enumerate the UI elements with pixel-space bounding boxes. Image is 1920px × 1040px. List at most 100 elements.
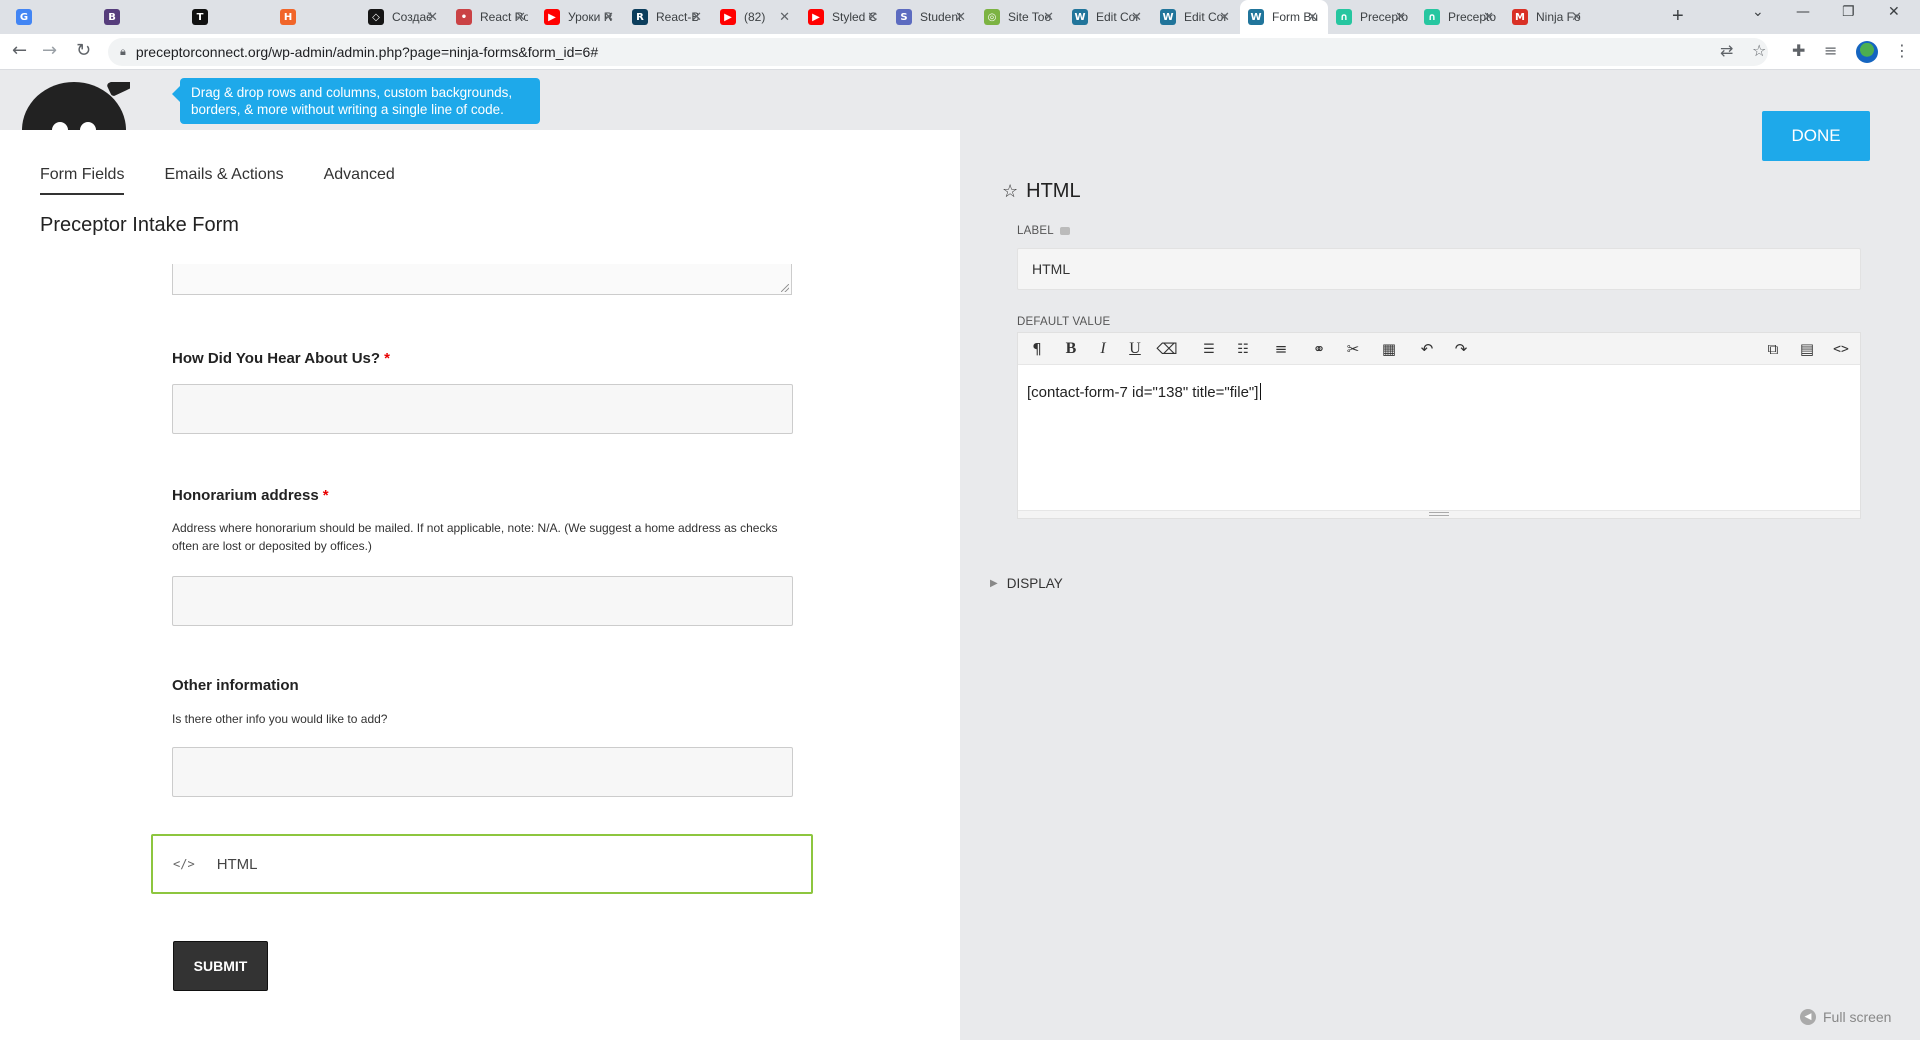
done-button[interactable]: DONE xyxy=(1762,111,1870,161)
tab-close-icon[interactable]: ✕ xyxy=(691,10,702,24)
textarea-field-partial[interactable] xyxy=(172,264,792,295)
minimize-icon[interactable]: — xyxy=(1796,4,1810,20)
form-title: Preceptor Intake Form xyxy=(40,214,239,236)
undo-icon[interactable]: ↶ xyxy=(1414,337,1440,361)
new-tab-button[interactable]: + xyxy=(1672,6,1684,26)
url-input[interactable]: 🔒︎ preceptorconnect.org/wp-admin/admin.p… xyxy=(108,38,1768,66)
other-information-input[interactable] xyxy=(172,747,793,797)
browser-tab[interactable]: H xyxy=(272,0,360,34)
form-builder-panel: Form Fields Emails & Actions Advanced Pr… xyxy=(0,130,960,1040)
bootstrap-icon: B xyxy=(104,9,120,25)
editor-content[interactable]: [contact-form-7 id="138" title="file"] xyxy=(1027,383,1262,401)
tab-close-icon[interactable]: ✕ xyxy=(867,10,878,24)
default-value-heading: DEFAULT VALUE xyxy=(1017,316,1111,328)
back-icon[interactable]: ← xyxy=(12,41,27,61)
browser-tab[interactable]: W Edit Cor ✕ xyxy=(1064,0,1152,34)
bold-icon[interactable]: B xyxy=(1058,337,1084,361)
expand-triangle-icon: ▶ xyxy=(990,578,998,589)
browser-tab[interactable]: W Edit Cor ✕ xyxy=(1152,0,1240,34)
label-input[interactable]: HTML xyxy=(1017,248,1861,290)
close-window-icon[interactable]: ✕ xyxy=(1888,4,1900,20)
profile-avatar[interactable] xyxy=(1856,41,1878,63)
browser-tab[interactable]: W Form Bu ✕ xyxy=(1240,0,1328,34)
table-icon[interactable]: ▦ xyxy=(1376,337,1402,361)
reload-icon[interactable]: ↻ xyxy=(76,41,91,61)
link-icon[interactable]: ⚭ xyxy=(1306,337,1332,361)
browser-tab[interactable]: ◇ Создаё ✕ xyxy=(360,0,448,34)
tab-close-icon[interactable]: ✕ xyxy=(1219,10,1230,24)
html-field-label: HTML xyxy=(216,855,258,873)
field-label-how-did-you-hear[interactable]: How Did You Hear About Us? * xyxy=(172,350,390,367)
submit-button[interactable]: SUBMIT xyxy=(173,941,268,991)
youtube-icon: ▶ xyxy=(544,9,560,25)
tab-close-icon[interactable]: ✕ xyxy=(427,10,438,24)
italic-icon[interactable]: I xyxy=(1090,337,1116,361)
url-text: preceptorconnect.org/wp-admin/admin.php?… xyxy=(135,44,599,60)
underline-icon[interactable]: U xyxy=(1122,337,1148,361)
html-field-selected[interactable]: </> HTML xyxy=(151,834,813,894)
tab-advanced[interactable]: Advanced xyxy=(324,166,395,195)
tab-close-icon[interactable]: ✕ xyxy=(779,10,790,24)
browser-tab[interactable]: ∩ Precepto ✕ xyxy=(1328,0,1416,34)
media-control-icon[interactable]: ≡ xyxy=(1824,42,1837,60)
react-router-icon: • xyxy=(456,9,472,25)
codesandbox-icon: ◇ xyxy=(368,9,384,25)
tab-close-icon[interactable]: ✕ xyxy=(603,10,614,24)
align-left-icon[interactable]: ≡ xyxy=(1268,337,1294,361)
editor-resize-handle[interactable] xyxy=(1018,510,1860,518)
rich-text-editor[interactable]: ¶ B I U ⌫ ☰ ☷ ≡ ⚭ ✂ ▦ ↶ ↷ ⧉ ▤ <> [contac… xyxy=(1017,332,1861,519)
browser-tab[interactable]: T xyxy=(184,0,272,34)
bookmark-star-icon[interactable]: ☆ xyxy=(1752,42,1766,60)
unlink-icon[interactable]: ✂ xyxy=(1340,337,1366,361)
fullscreen-icon: ◀ xyxy=(1800,1009,1816,1025)
field-label-other-information[interactable]: Other information xyxy=(172,677,299,694)
promo-tooltip: Drag & drop rows and columns, custom bac… xyxy=(172,78,540,124)
merge-tags-icon[interactable]: ⧉ xyxy=(1760,337,1786,361)
browser-tab[interactable]: S Student ✕ xyxy=(888,0,976,34)
tab-emails-actions[interactable]: Emails & Actions xyxy=(164,166,283,195)
required-marker: * xyxy=(322,487,329,504)
tab-close-icon[interactable]: ✕ xyxy=(1483,10,1494,24)
browser-tab[interactable]: ∩ Precepto ✕ xyxy=(1416,0,1504,34)
display-section-toggle[interactable]: ▶ DISPLAY xyxy=(990,576,1063,591)
field-label-honorarium-address[interactable]: Honorarium address * xyxy=(172,487,329,504)
honorarium-address-input[interactable] xyxy=(172,576,793,626)
tab-close-icon[interactable]: ✕ xyxy=(1131,10,1142,24)
browser-tab[interactable]: R React-B ✕ xyxy=(624,0,712,34)
tab-close-icon[interactable]: ✕ xyxy=(1571,10,1582,24)
fullscreen-toggle[interactable]: ◀ Full screen xyxy=(1800,1009,1891,1025)
browser-tab[interactable]: ◎ Site Too ✕ xyxy=(976,0,1064,34)
redo-icon[interactable]: ↷ xyxy=(1448,337,1474,361)
browser-tab[interactable]: ▶ Уроки R ✕ xyxy=(536,0,624,34)
wordpress-icon: W xyxy=(1072,9,1088,25)
code-view-icon[interactable]: <> xyxy=(1828,337,1854,361)
browser-tab[interactable]: G xyxy=(8,0,96,34)
tab-close-icon[interactable]: ✕ xyxy=(1043,10,1054,24)
browser-tab[interactable]: M Ninja Fo ✕ xyxy=(1504,0,1592,34)
tab-search-icon[interactable]: ⌄ xyxy=(1752,4,1764,20)
extensions-icon[interactable]: ✚ xyxy=(1792,42,1805,60)
tab-form-fields[interactable]: Form Fields xyxy=(40,166,125,195)
restore-icon[interactable]: ❐ xyxy=(1842,4,1855,20)
tab-close-icon[interactable]: ✕ xyxy=(955,10,966,24)
translate-icon[interactable]: ⇄ xyxy=(1720,42,1733,60)
tab-close-icon[interactable]: ✕ xyxy=(1307,10,1318,24)
browser-tab[interactable]: ▶ (82) ✕ xyxy=(712,0,800,34)
help-bubble-icon[interactable] xyxy=(1059,226,1070,235)
tab-close-icon[interactable]: ✕ xyxy=(515,10,526,24)
react-bootstrap-icon: R xyxy=(632,9,648,25)
browser-tab[interactable]: B xyxy=(96,0,184,34)
browser-tab[interactable]: ▶ Styled C ✕ xyxy=(800,0,888,34)
favorite-star-icon[interactable]: ☆ xyxy=(1002,181,1018,202)
media-list-icon[interactable]: ▤ xyxy=(1794,337,1820,361)
how-did-you-hear-input[interactable] xyxy=(172,384,793,434)
forward-icon[interactable]: → xyxy=(42,41,57,61)
unordered-list-icon[interactable]: ☷ xyxy=(1230,337,1256,361)
tb-icon: T xyxy=(192,9,208,25)
tab-close-icon[interactable]: ✕ xyxy=(1395,10,1406,24)
browser-tab[interactable]: • React Ro ✕ xyxy=(448,0,536,34)
paragraph-icon[interactable]: ¶ xyxy=(1024,337,1050,361)
browser-menu-icon[interactable]: ⋮ xyxy=(1894,42,1910,60)
eraser-icon[interactable]: ⌫ xyxy=(1154,337,1180,361)
ordered-list-icon[interactable]: ☰ xyxy=(1196,337,1222,361)
